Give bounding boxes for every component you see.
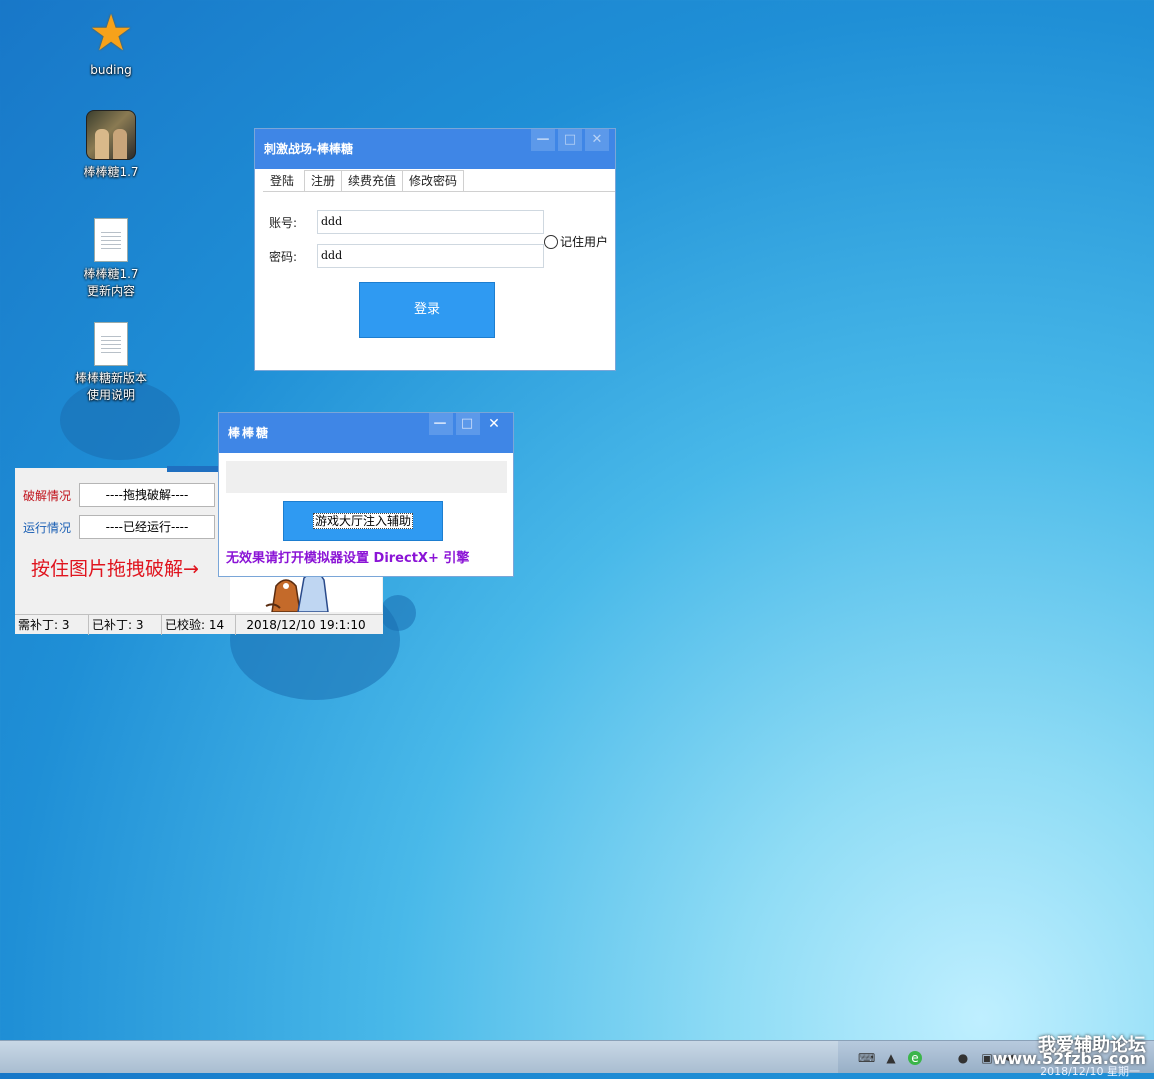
desktop-icon-buding[interactable]: ★ buding bbox=[66, 8, 156, 79]
run-status-label: 运行情况 bbox=[23, 521, 72, 535]
desktop-icon-manual[interactable]: 棒棒糖新版本使用说明 bbox=[66, 322, 156, 404]
window-title: 刺激战场-棒棒糖 bbox=[264, 142, 353, 156]
close-icon[interactable]: ✕ bbox=[585, 129, 609, 151]
tab-register[interactable]: 注册 bbox=[304, 170, 343, 191]
login-window: 刺激战场-棒棒糖 — □ ✕ 登陆 注册 续费充值 修改密码 账号: ddd 密… bbox=[255, 129, 615, 370]
desktop-icon-label: buding bbox=[90, 63, 132, 77]
password-input[interactable]: ddd bbox=[317, 244, 544, 268]
desktop-icon-label: 棒棒糖新版本使用说明 bbox=[74, 371, 147, 402]
drag-hint: 按住图片拖拽破解→ bbox=[31, 558, 199, 580]
status-bar: 需补丁: 3 已补丁: 3 已校验: 14 2018/12/10 19:1:10 bbox=[15, 614, 383, 635]
maximize-icon[interactable]: □ bbox=[456, 413, 480, 435]
run-status-field: ----已经运行---- bbox=[79, 515, 215, 539]
patched-count: 已补丁: 3 bbox=[89, 615, 162, 635]
tab-change-password[interactable]: 修改密码 bbox=[402, 170, 465, 191]
taskbar: ⌨ ▲ e ● ▣ ◀ 我爱辅助论坛 www.52fzba.com 2018/1… bbox=[0, 1035, 1154, 1078]
injector-window: 棒棒糖 — □ ✕ 游戏大厅注入辅助 无效果请打开模拟器设置 DirectX+ … bbox=[219, 413, 513, 576]
verified-count: 已校验: 14 bbox=[162, 615, 236, 635]
account-row: 账号: ddd bbox=[269, 210, 544, 234]
need-patch-count: 需补丁: 3 bbox=[15, 615, 89, 635]
account-input[interactable]: ddd bbox=[317, 210, 544, 234]
directx-warning: 无效果请打开模拟器设置 DirectX+ 引擎 bbox=[226, 551, 470, 566]
remember-user-option[interactable]: 记住用户 bbox=[544, 233, 608, 250]
game-app-icon bbox=[86, 110, 136, 160]
maximize-icon[interactable]: □ bbox=[558, 129, 582, 151]
clock[interactable]: 2018/12/10 星期一 bbox=[1040, 1063, 1140, 1079]
account-label: 账号: bbox=[269, 215, 298, 230]
starfish-icon: ★ bbox=[88, 4, 134, 62]
progress-field bbox=[226, 461, 507, 493]
inject-button-label: 游戏大厅注入辅助 bbox=[312, 513, 413, 529]
tab-recharge[interactable]: 续费充值 bbox=[341, 170, 404, 191]
text-file-icon bbox=[94, 218, 128, 262]
injector-window-titlebar[interactable]: 棒棒糖 — □ ✕ bbox=[219, 413, 513, 453]
tab-login[interactable]: 登陆 bbox=[263, 170, 306, 191]
password-row: 密码: ddd bbox=[269, 244, 544, 268]
inject-button[interactable]: 游戏大厅注入辅助 bbox=[283, 501, 443, 541]
minimize-icon[interactable]: — bbox=[531, 129, 555, 151]
close-icon[interactable]: ✕ bbox=[483, 413, 507, 435]
crack-status-field: ----拖拽破解---- bbox=[79, 483, 215, 507]
login-button[interactable]: 登录 bbox=[359, 282, 495, 338]
desktop-icon-label: 棒棒糖1.7 bbox=[83, 165, 139, 179]
window-title: 棒棒糖 bbox=[228, 426, 271, 440]
app-tray-icon[interactable]: e bbox=[908, 1051, 922, 1065]
window-edge bbox=[167, 466, 219, 472]
status-datetime: 2018/12/10 19:1:10 bbox=[246, 618, 366, 632]
radio-icon[interactable] bbox=[544, 234, 558, 249]
login-window-titlebar[interactable]: 刺激战场-棒棒糖 — □ ✕ bbox=[255, 129, 615, 169]
remember-user-label: 记住用户 bbox=[560, 235, 609, 249]
wallpaper-splash bbox=[380, 595, 416, 631]
desktop-icon-lollipop[interactable]: 棒棒糖1.7 bbox=[66, 110, 156, 181]
minimize-icon[interactable]: — bbox=[429, 413, 453, 435]
qq-icon[interactable]: ● bbox=[956, 1051, 970, 1065]
desktop-icon-update-notes[interactable]: 棒棒糖1.7更新内容 bbox=[66, 218, 156, 300]
show-hidden-icons-icon[interactable]: ▲ bbox=[884, 1051, 898, 1065]
login-tabs: 登陆 注册 续费充值 修改密码 bbox=[263, 170, 615, 192]
system-tray: ⌨ ▲ e ● ▣ ◀ 我爱辅助论坛 www.52fzba.com 2018/1… bbox=[838, 1035, 1154, 1078]
desktop-icon-label: 棒棒糖1.7更新内容 bbox=[83, 267, 139, 298]
crack-status-label: 破解情况 bbox=[23, 489, 72, 503]
password-label: 密码: bbox=[269, 249, 298, 264]
keyboard-icon[interactable]: ⌨ bbox=[858, 1051, 875, 1065]
text-file-icon bbox=[94, 322, 128, 366]
